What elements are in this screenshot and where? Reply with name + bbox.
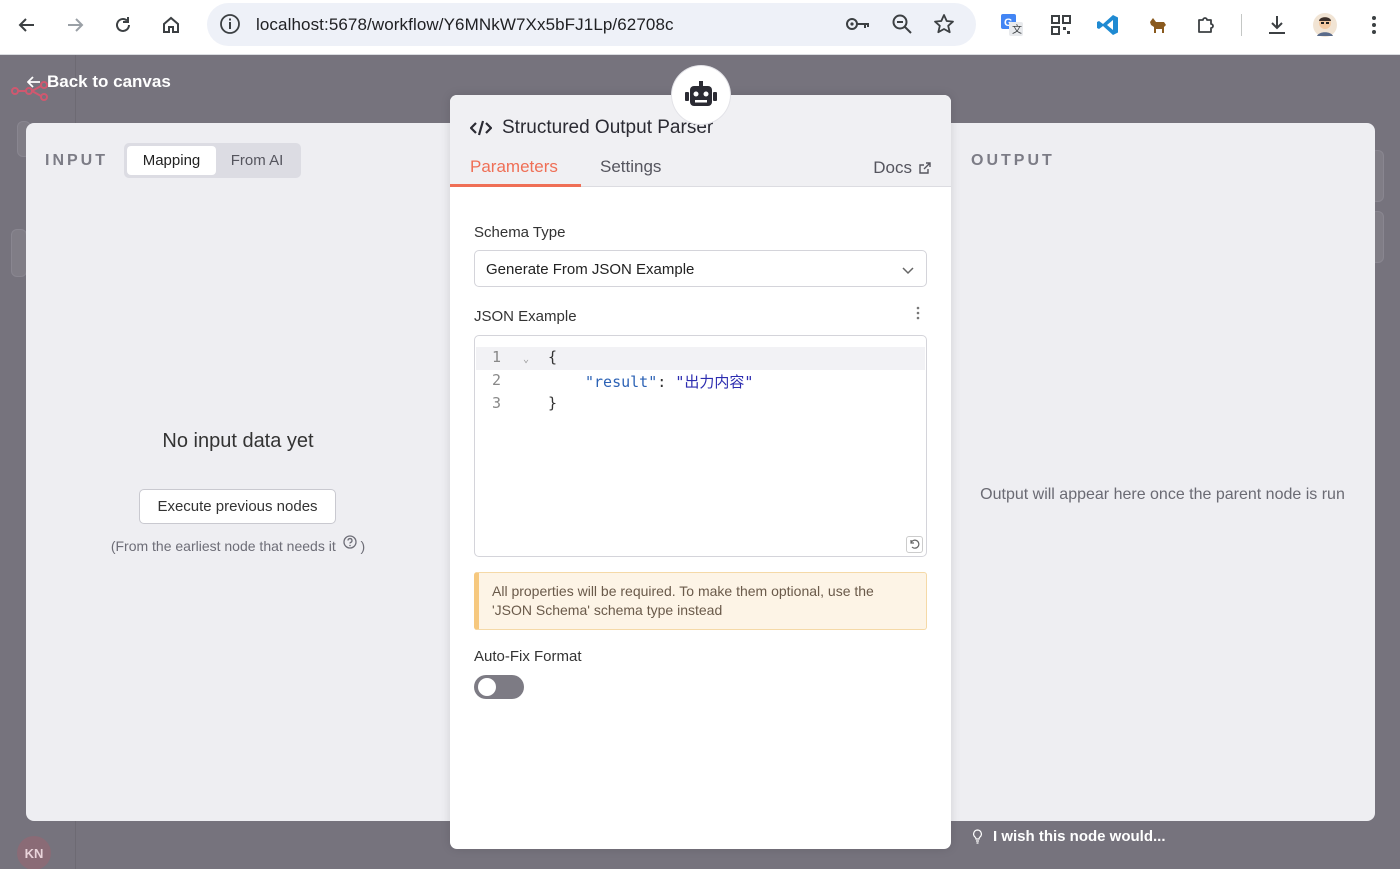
line-number: 2 <box>491 371 501 389</box>
execute-previous-nodes-button[interactable]: Execute previous nodes <box>139 489 336 524</box>
json-colon: : <box>657 373 676 391</box>
tab-settings[interactable]: Settings <box>600 157 661 177</box>
docs-label: Docs <box>873 158 912 177</box>
line-number: 3 <box>491 394 501 412</box>
node-title: Structured Output Parser <box>470 117 713 139</box>
line-number: 1 <box>491 348 501 366</box>
zoom-icon[interactable] <box>891 13 913 40</box>
back-to-canvas-label: Back to canvas <box>47 72 171 91</box>
output-empty-message: Output will appear here once the parent … <box>980 486 1345 503</box>
schema-type-label: Schema Type <box>474 224 566 241</box>
code-icon <box>470 120 492 136</box>
canvas-background-element <box>11 229 27 277</box>
home-icon[interactable] <box>155 9 187 41</box>
qr-code-extension-icon[interactable] <box>1047 11 1075 39</box>
execute-hint-close-paren: ) <box>360 538 366 554</box>
docs-link[interactable]: Docs <box>873 158 931 178</box>
reload-icon[interactable] <box>107 9 139 41</box>
toggle-knob <box>478 678 496 696</box>
field-options-icon[interactable] <box>914 306 922 325</box>
bookmark-star-icon[interactable] <box>933 13 955 40</box>
json-example-label: JSON Example <box>474 308 577 325</box>
user-avatar[interactable]: KN <box>17 836 51 869</box>
execute-hint: (From the earliest node that needs it ) <box>26 535 450 554</box>
output-panel-heading: OUTPUT <box>971 152 1055 169</box>
json-key: "result" <box>585 373 658 391</box>
code-line-close: } <box>548 394 558 412</box>
mode-from-ai-option[interactable]: From AI <box>216 146 298 175</box>
node-title-text[interactable]: Structured Output Parser <box>502 117 713 139</box>
auto-fix-format-label: Auto-Fix Format <box>474 648 582 665</box>
translate-extension-icon[interactable]: G文 <box>998 11 1026 39</box>
help-circle-icon[interactable] <box>342 535 357 549</box>
site-info-icon[interactable] <box>219 13 241 40</box>
back-to-canvas-link[interactable]: Back to canvas <box>27 72 171 92</box>
input-mode-toggle: Mapping From AI <box>124 143 301 178</box>
download-icon[interactable] <box>1263 11 1291 39</box>
fold-chevron-icon[interactable]: ⌄ <box>523 354 529 365</box>
feedback-link[interactable]: I wish this node would... <box>972 828 1166 845</box>
lightbulb-icon <box>973 829 982 844</box>
tab-parameters[interactable]: Parameters <box>470 157 558 177</box>
forward-arrow-icon[interactable] <box>59 9 91 41</box>
active-line-highlight <box>476 347 925 370</box>
code-line-property: "result": "出力内容" <box>585 371 753 392</box>
browser-toolbar: localhost:5678/workflow/Y6MNkW7Xx5bFJ1Lp… <box>0 0 1400 55</box>
json-value: "出力内容" <box>675 373 754 391</box>
editor-resize-icon[interactable] <box>906 536 923 553</box>
no-input-title: No input data yet <box>162 430 314 452</box>
password-key-icon[interactable] <box>845 13 871 40</box>
back-arrow-icon[interactable] <box>11 9 43 41</box>
browser-menu-icon[interactable] <box>1360 11 1388 39</box>
svg-text:文: 文 <box>1012 23 1022 36</box>
back-arrow-icon <box>27 76 40 88</box>
required-properties-notice: All properties will be required. To make… <box>474 572 927 630</box>
robot-node-icon <box>672 66 730 124</box>
dog-extension-icon[interactable] <box>1144 11 1172 39</box>
code-line-open: { <box>548 348 558 366</box>
execute-hint-text: (From the earliest node that needs it <box>110 538 336 554</box>
auto-fix-format-toggle[interactable] <box>474 675 524 699</box>
vscode-extension-icon[interactable] <box>1094 11 1122 39</box>
mode-mapping-option[interactable]: Mapping <box>127 146 216 175</box>
chevron-down-icon <box>902 267 914 275</box>
address-bar[interactable]: localhost:5678/workflow/Y6MNkW7Xx5bFJ1Lp… <box>207 3 976 46</box>
profile-avatar-icon[interactable] <box>1311 11 1339 39</box>
toolbar-divider <box>1241 14 1242 36</box>
input-panel-heading: INPUT <box>45 152 108 169</box>
schema-type-select[interactable]: Generate From JSON Example <box>474 250 927 287</box>
feedback-label: I wish this node would... <box>993 828 1166 845</box>
json-code-editor[interactable]: 1 2 3 ⌄ { "result": "出力内容" } <box>474 335 927 557</box>
extensions-puzzle-icon[interactable] <box>1192 11 1220 39</box>
schema-type-value: Generate From JSON Example <box>486 261 695 278</box>
url-text[interactable]: localhost:5678/workflow/Y6MNkW7Xx5bFJ1Lp… <box>256 15 674 35</box>
active-tab-indicator <box>450 184 581 187</box>
external-link-icon <box>919 161 931 174</box>
